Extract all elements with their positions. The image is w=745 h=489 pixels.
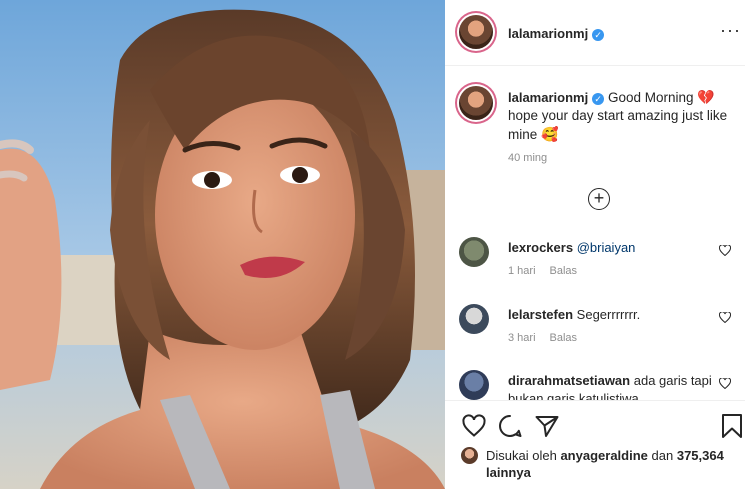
comment-time[interactable]: 3 hari <box>508 332 536 344</box>
heart-icon[interactable] <box>461 413 487 439</box>
commenter-username[interactable]: lelarstefen <box>508 307 573 322</box>
comment-icon[interactable] <box>497 413 523 439</box>
likes-text: Disukai oleh anyageraldine dan 375,364 l… <box>486 447 726 481</box>
comment-time[interactable]: 1 hari <box>508 265 536 277</box>
heart-icon[interactable] <box>718 244 732 259</box>
comment-text: dirarahmatsetiawan ada garis tapi bukan … <box>508 372 718 400</box>
verified-badge-icon: ✓ <box>592 29 605 41</box>
author-name-row: lalamarionmj ✓ <box>508 25 605 43</box>
author-username[interactable]: lalamarionmj <box>508 26 588 41</box>
commenter-username[interactable]: lexrockers <box>508 240 573 255</box>
comment-text: lexrockers @briaiyan <box>508 239 718 257</box>
plus-circle-icon[interactable]: + <box>588 188 610 210</box>
bookmark-icon[interactable] <box>721 413 745 439</box>
more-options-icon[interactable]: ··· <box>720 20 741 41</box>
commenter-avatar[interactable] <box>459 304 489 334</box>
heart-icon[interactable] <box>718 311 732 326</box>
heart-icon[interactable] <box>718 377 732 392</box>
caption-timestamp[interactable]: 40 ming <box>508 152 547 164</box>
post-photo <box>0 0 445 489</box>
commenter-avatar[interactable] <box>459 370 489 400</box>
broken-heart-emoji: 💔 <box>697 89 715 105</box>
author-avatar[interactable] <box>459 15 493 49</box>
post-actions: Disukai oleh anyageraldine dan 375,364 l… <box>445 400 745 489</box>
comment-body: Segerrrrrrr. <box>576 307 641 322</box>
commenter-avatar[interactable] <box>459 237 489 267</box>
reply-button[interactable]: Balas <box>550 332 578 344</box>
likes-conjunction: dan <box>651 448 674 463</box>
comment-mention[interactable]: @briaiyan <box>577 240 636 255</box>
smiling-hearts-emoji: 🥰 <box>541 126 559 142</box>
comment-meta: 3 hari Balas <box>508 332 591 344</box>
verified-badge-icon: ✓ <box>592 93 605 105</box>
liker-avatar[interactable] <box>461 447 478 464</box>
caption-avatar[interactable] <box>459 86 493 120</box>
comments-list[interactable]: lexrockers @briaiyan 1 hari Balas lelarst… <box>445 225 745 400</box>
commenter-username[interactable]: dirarahmatsetiawan <box>508 373 630 388</box>
comment-meta: 1 hari Balas <box>508 265 591 277</box>
caption-text: lalamarionmj ✓ Good Morning 💔 hope your d… <box>508 88 738 144</box>
liker-username[interactable]: anyageraldine <box>560 448 647 463</box>
caption-username[interactable]: lalamarionmj <box>508 90 588 105</box>
photo-illustration <box>0 0 445 489</box>
reply-button[interactable]: Balas <box>550 265 578 277</box>
share-icon[interactable] <box>534 413 560 439</box>
likes-prefix: Disukai oleh <box>486 448 557 463</box>
post-side-panel: lalamarionmj ✓ ··· lalamarionmj ✓ Good Mor… <box>445 0 745 489</box>
comment-text: lelarstefen Segerrrrrrr. <box>508 306 718 324</box>
caption-text-part1: Good Morning <box>607 90 694 105</box>
post-header: lalamarionmj ✓ ··· <box>445 0 745 66</box>
